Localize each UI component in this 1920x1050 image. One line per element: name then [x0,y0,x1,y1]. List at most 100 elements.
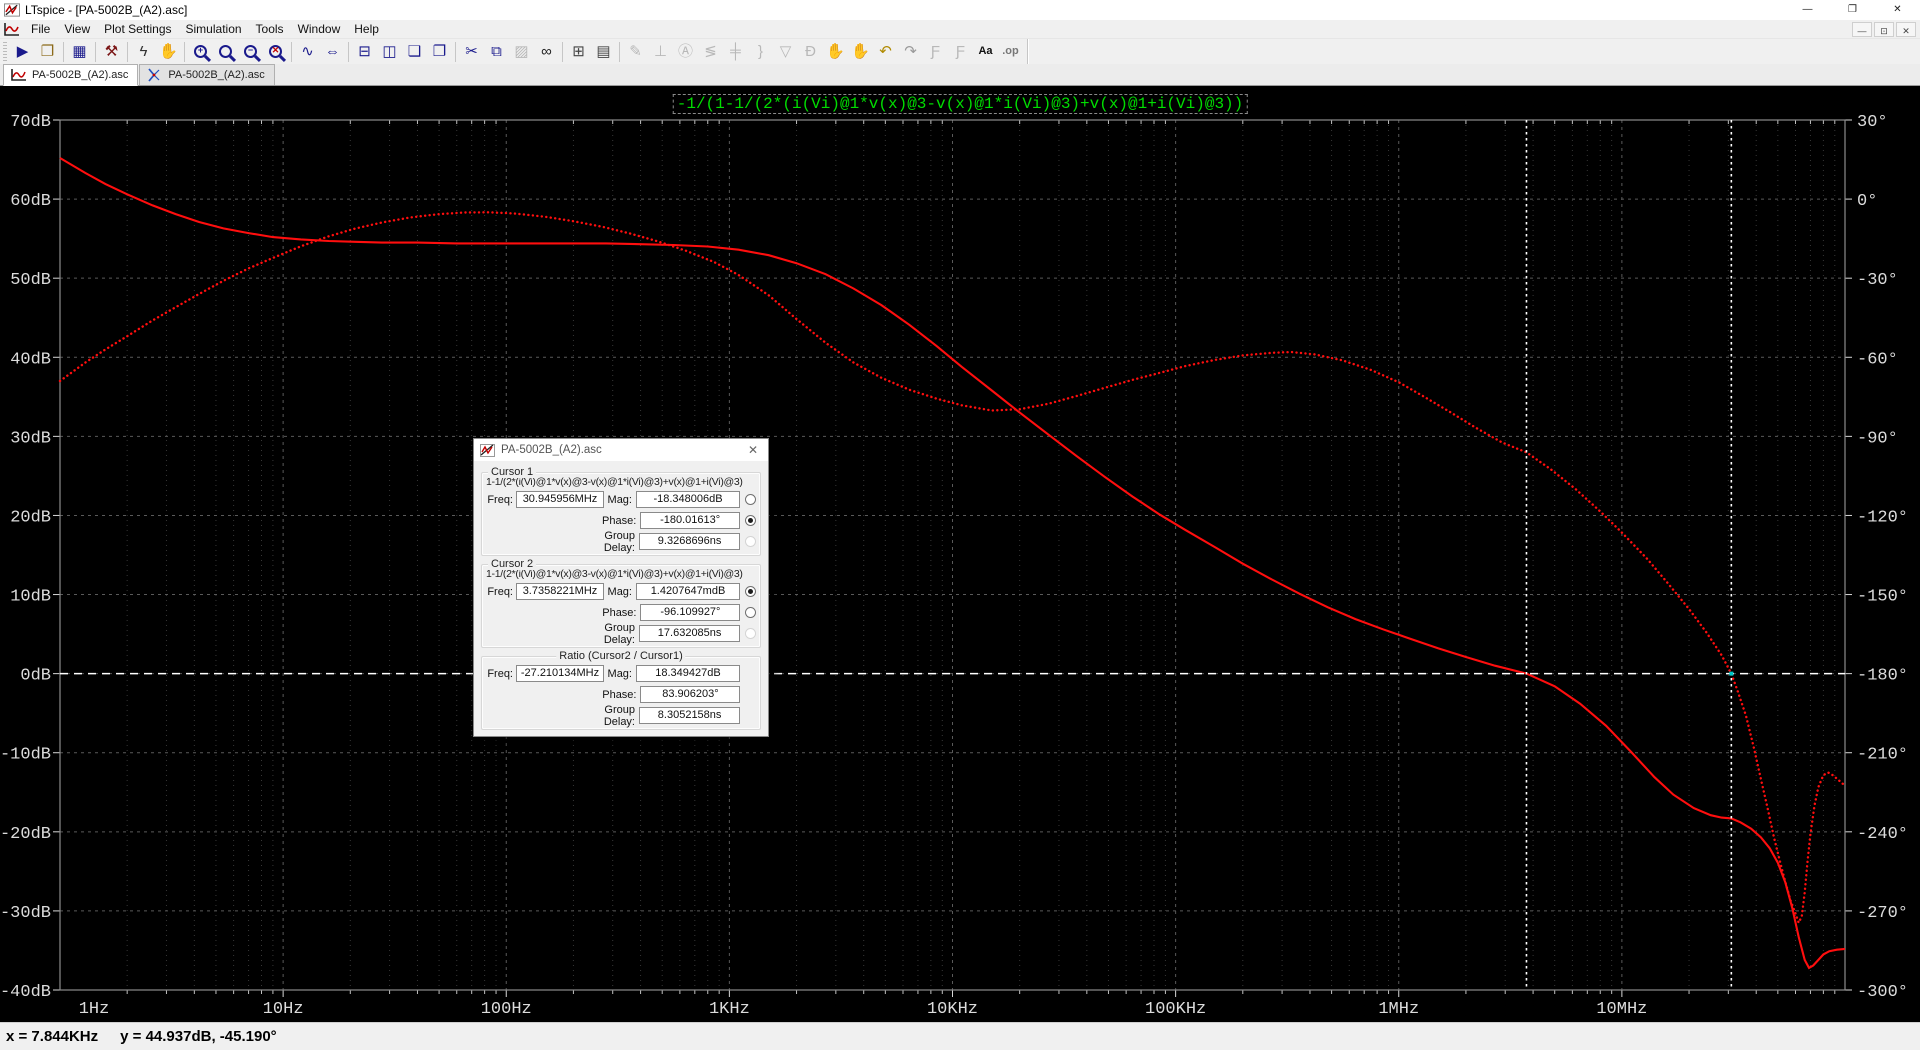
paste-button[interactable]: ▨ [509,41,534,63]
y-left-tick-label: 30dB [10,429,51,448]
toolbar-separator [348,42,349,62]
cursor-dialog[interactable]: PA-5002B_(A2).asc ✕ Cursor 11-1/(2*(i(Vi… [473,438,769,737]
zoom-back-button[interactable]: ✕ [263,41,288,63]
freq-value-field[interactable]: 3.7358221MHz [516,583,604,600]
menu-item-file[interactable]: File [24,20,57,38]
drag-button[interactable]: ✋ [848,41,873,63]
radio-phase[interactable] [745,515,756,526]
undo-button[interactable]: ↶ [873,41,898,63]
zoom-out-button[interactable]: − [238,41,263,63]
menu-item-simulation[interactable]: Simulation [179,20,249,38]
title-bar[interactable]: LTspice - [PA-5002B_(A2).asc] — ❐ ✕ [0,0,1920,20]
child-minimize-button[interactable]: — [1852,22,1872,37]
radio-groupdelay[interactable] [745,536,756,547]
radio-mag[interactable] [745,586,756,597]
menu-item-view[interactable]: View [57,20,97,38]
find-button[interactable]: ∞ [534,41,559,63]
value-label: Group Delay: [604,704,639,728]
control-panel-button[interactable]: ⚒ [99,41,124,63]
wire-button[interactable]: ✎ [623,41,648,63]
radio-phase[interactable] [745,607,756,618]
move-button[interactable]: ✋ [823,41,848,63]
radio-mag[interactable] [745,494,756,505]
menu-item-window[interactable]: Window [291,20,348,38]
x-tick-label: 100Hz [481,1000,532,1019]
autorange-y-button[interactable]: ∿ [295,41,320,63]
menu-item-plot-settings[interactable]: Plot Settings [97,20,178,38]
mirror-button[interactable]: Ƒ [948,41,973,63]
value-field[interactable]: -180.01613° [640,512,740,529]
cascade-button[interactable]: ❏ [402,41,427,63]
menu-item-help[interactable]: Help [347,20,386,38]
pan-axis-button[interactable]: ⇔ [320,41,345,63]
tab-1-waveform[interactable]: PA-5002B_(A2).asc [3,64,138,86]
y-left-tick-label: 0dB [20,667,51,686]
spice-directive-button[interactable]: .op [998,41,1023,63]
freq-value-field[interactable]: -27.210134MHz [516,665,604,682]
tile-vertical-button[interactable]: ◫ [377,41,402,63]
value-field[interactable]: 17.632085ns [639,625,740,642]
y-right-tick-label: -30° [1857,271,1898,290]
value-field[interactable]: 83.906203° [640,686,740,703]
cursor-dialog-titlebar[interactable]: PA-5002B_(A2).asc ✕ [474,439,768,461]
tab-bar: PA-5002B_(A2).ascPA-5002B_(A2).asc [0,64,1920,86]
toolbar-separator [127,42,128,62]
child-close-button[interactable]: ✕ [1896,22,1916,37]
redo-button[interactable]: ↷ [898,41,923,63]
value-field[interactable]: -96.109927° [640,604,740,621]
print-button[interactable]: ▤ [591,41,616,63]
schematic-tab-icon [146,68,163,82]
run-button[interactable]: ϟ [131,41,156,63]
new-file-button[interactable]: ▶ [10,41,35,63]
plot-expression-title[interactable]: -1/(1-1/(2*(i(Vi)@1*v(x)@3-v(x)@1*i(Vi)@… [674,95,1247,113]
close-window-button[interactable]: ❐ [427,41,452,63]
status-bar: x = 7.844KHz y = 44.937dB, -45.190° [0,1022,1920,1050]
open-file-button[interactable]: ❐ [35,41,60,63]
save-button[interactable]: ▦ [67,41,92,63]
cursor-dialog-close-icon[interactable]: ✕ [744,443,762,457]
toolbar-grip[interactable] [3,42,7,62]
print-preview-icon: ⊞ [572,44,585,59]
copy-button[interactable]: ⧉ [484,41,509,63]
dialog-icon [480,444,495,457]
halt-button[interactable]: ✋ [156,41,181,63]
value-label: Mag: [604,586,636,598]
rotate-button[interactable]: Ƒ [923,41,948,63]
y-right-tick-label: -150° [1857,588,1908,607]
freq-value-field[interactable]: 30.945956MHz [516,491,604,508]
ground-button[interactable]: ⊥ [648,41,673,63]
cut-button[interactable]: ✂ [459,41,484,63]
zoom-fit-button[interactable] [213,41,238,63]
value-field[interactable]: 9.3268696ns [639,533,740,550]
inductor-button[interactable]: } [748,41,773,63]
resistor-button[interactable]: ≶ [698,41,723,63]
bode-plot-canvas[interactable]: 70dB30°60dB0°50dB-30°40dB-60°30dB-90°20d… [0,86,1920,1022]
capacitor-button[interactable]: ╪ [723,41,748,63]
menu-item-tools[interactable]: Tools [249,20,291,38]
waveform-pane[interactable]: Window Snip 70dB30°60dB0°50dB-30°40dB-60… [0,86,1920,1022]
child-restore-button[interactable]: ⊡ [1874,22,1894,37]
value-field[interactable]: 18.349427dB [636,665,740,682]
tab-2-schematic[interactable]: PA-5002B_(A2).asc [139,64,274,85]
tile-horizontal-button[interactable]: ⊟ [352,41,377,63]
dialog-row: Freq:30.945956MHzMag:-18.348006dB [486,489,756,510]
minimize-button[interactable]: — [1785,0,1830,20]
maximize-button[interactable]: ❐ [1830,0,1875,20]
radio-groupdelay[interactable] [745,628,756,639]
y-left-tick-label: 70dB [10,113,51,132]
toolbar-separator [455,42,456,62]
value-field[interactable]: 1.4207647mdB [636,583,740,600]
zoom-in-button[interactable]: + [188,41,213,63]
value-field[interactable]: 8.3052158ns [639,707,740,724]
text-button[interactable]: Aa [973,41,998,63]
label-net-button[interactable]: Ⓐ [673,41,698,63]
run-icon: ϟ [140,44,148,59]
capacitor-icon: ╪ [730,44,741,59]
print-preview-button[interactable]: ⊞ [566,41,591,63]
component-button[interactable]: Ð [798,41,823,63]
ground-icon: ⊥ [654,44,667,59]
value-field[interactable]: -18.348006dB [636,491,740,508]
close-button[interactable]: ✕ [1875,0,1920,20]
diode-button[interactable]: ▽ [773,41,798,63]
rotate-icon: Ƒ [931,44,940,59]
